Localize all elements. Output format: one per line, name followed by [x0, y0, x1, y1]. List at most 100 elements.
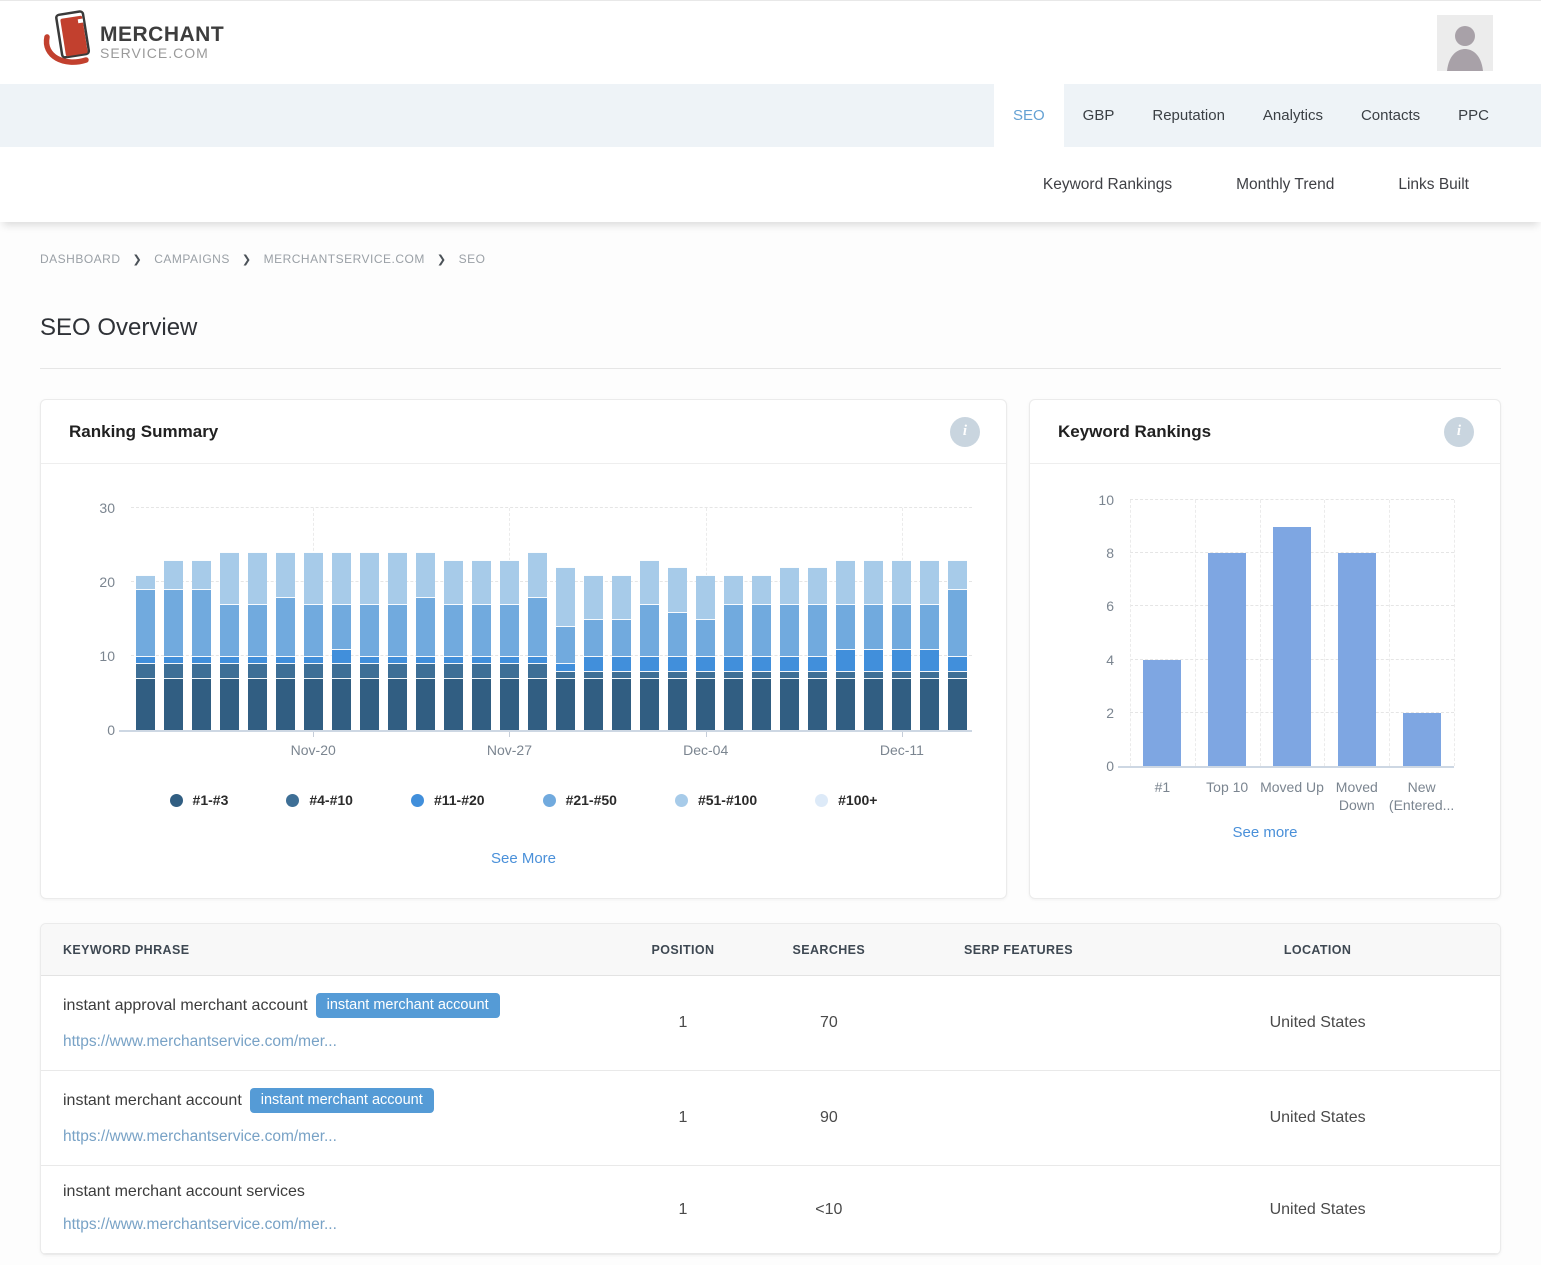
ranking-summary-card: Ranking Summary i 0102030Nov-20Nov-27Dec… [40, 399, 1007, 899]
user-avatar[interactable] [1437, 15, 1493, 71]
bar-segment [696, 619, 715, 656]
keyword-phrase: instant merchant account [63, 1092, 242, 1110]
legend-item-4-10: #4-#10 [286, 792, 353, 808]
location-value: United States [1135, 1014, 1500, 1032]
bar-segment [360, 656, 379, 663]
bar-segment [696, 656, 715, 671]
position-value: 1 [610, 1014, 756, 1032]
column-header-keyword-phrase: KEYWORD PHRASE [41, 943, 610, 957]
bar-segment [192, 678, 211, 730]
gridline [1324, 500, 1325, 766]
y-axis-tick-label: 0 [1084, 758, 1114, 774]
ranking-summary-see-more-link[interactable]: See More [75, 850, 972, 867]
bar-segment [724, 678, 743, 730]
stacked-bar [472, 560, 491, 730]
bar-segment [892, 649, 911, 671]
result-url-link[interactable]: https://www.merchantservice.com/mer... [63, 1216, 337, 1234]
nav-tab-contacts[interactable]: Contacts [1342, 84, 1439, 147]
bar-segment [920, 678, 939, 730]
keyword-badge: instant merchant account [316, 993, 500, 1018]
table-row: instant merchant account instant merchan… [41, 1071, 1500, 1166]
bar-segment [192, 560, 211, 590]
bar-moved-down [1338, 553, 1376, 766]
bar-segment [864, 604, 883, 648]
stacked-bar [388, 552, 407, 730]
title-divider [40, 368, 1501, 369]
column-header-position: POSITION [610, 943, 756, 957]
nav-tab-analytics[interactable]: Analytics [1244, 84, 1342, 147]
main-nav: SEOGBPReputationAnalyticsContactsPPC [0, 84, 1541, 147]
stacked-bar [864, 560, 883, 730]
y-axis-tick-label: 2 [1084, 705, 1114, 721]
bar-segment [584, 575, 603, 619]
x-axis-line [1118, 766, 1454, 768]
keyword-rankings-see-more-link[interactable]: See more [1064, 824, 1466, 841]
keyword-rankings-chart: 0246810#1Top 10Moved UpMoved DownNew (En… [1030, 500, 1500, 841]
bar-segment [220, 678, 239, 730]
bar-segment [808, 567, 827, 604]
info-icon[interactable]: i [950, 417, 980, 447]
merchantservice-logo[interactable]: MERCHANT SERVICE.COM [40, 10, 224, 75]
x-axis-tick-label: Nov-27 [487, 742, 532, 758]
legend-item-51-100: #51-#100 [675, 792, 757, 808]
stacked-bar [640, 560, 659, 730]
bar-segment [164, 663, 183, 678]
bar-segment [780, 656, 799, 671]
nav-tab-gbp[interactable]: GBP [1064, 84, 1134, 147]
keyword-badge: instant merchant account [250, 1088, 434, 1113]
bars-layer [131, 508, 972, 730]
bar-segment [304, 604, 323, 656]
subnav-item-monthly-trend[interactable]: Monthly Trend [1204, 176, 1366, 194]
stacked-bar [332, 552, 351, 730]
bar-segment [528, 552, 547, 596]
bar-segment [948, 656, 967, 671]
breadcrumb-item-campaigns[interactable]: CAMPAIGNS [154, 252, 230, 266]
nav-tab-ppc[interactable]: PPC [1439, 84, 1508, 147]
breadcrumb-item-merchantservice-com[interactable]: MERCHANTSERVICE.COM [264, 252, 425, 266]
table-body: instant approval merchant account instan… [41, 976, 1500, 1254]
gridline [1195, 500, 1196, 766]
bar-segment [248, 552, 267, 604]
x-axis-line [119, 730, 972, 732]
seo-dashboard-page: MERCHANT SERVICE.COM SEOGBPReputationAna… [0, 0, 1541, 1265]
breadcrumb-item-seo[interactable]: SEO [459, 252, 486, 266]
bar-segment [640, 671, 659, 678]
stacked-bar [584, 575, 603, 730]
subnav-item-keyword-rankings[interactable]: Keyword Rankings [1011, 176, 1204, 194]
stacked-bar [752, 575, 771, 730]
bar-segment [640, 656, 659, 671]
bar-segment [892, 671, 911, 678]
bar-segment [444, 663, 463, 678]
bar-segment [724, 575, 743, 605]
bar-segment [164, 656, 183, 663]
keyword-phrase: instant merchant account services [63, 1183, 305, 1201]
y-axis-tick-label: 30 [85, 500, 115, 516]
bar-segment [696, 678, 715, 730]
subnav-item-links-built[interactable]: Links Built [1366, 176, 1501, 194]
keyword-cell: instant merchant account services https:… [41, 1166, 610, 1253]
bar-segment [416, 663, 435, 678]
result-url-link[interactable]: https://www.merchantservice.com/mer... [63, 1033, 337, 1051]
bar-segment [808, 678, 827, 730]
legend-label: #100+ [838, 792, 877, 808]
breadcrumb-item-dashboard[interactable]: DASHBOARD [40, 252, 121, 266]
stacked-bar [836, 560, 855, 730]
result-url-link[interactable]: https://www.merchantservice.com/mer... [63, 1128, 337, 1146]
nav-tab-reputation[interactable]: Reputation [1133, 84, 1244, 147]
bar-segment [556, 567, 575, 626]
info-icon[interactable]: i [1444, 417, 1474, 447]
bar-segment [892, 560, 911, 604]
bar-segment [248, 656, 267, 663]
bar-segment [220, 656, 239, 663]
nav-tab-seo[interactable]: SEO [994, 84, 1064, 147]
legend-dot-icon [543, 794, 556, 807]
bar-1 [1143, 660, 1181, 766]
bar-segment [640, 604, 659, 656]
top-header: MERCHANT SERVICE.COM [0, 1, 1541, 84]
bar-new-entered [1403, 713, 1441, 766]
position-value: 1 [610, 1109, 756, 1127]
bar-segment [220, 663, 239, 678]
bar-segment [556, 678, 575, 730]
stacked-bar [192, 560, 211, 730]
legend-dot-icon [286, 794, 299, 807]
